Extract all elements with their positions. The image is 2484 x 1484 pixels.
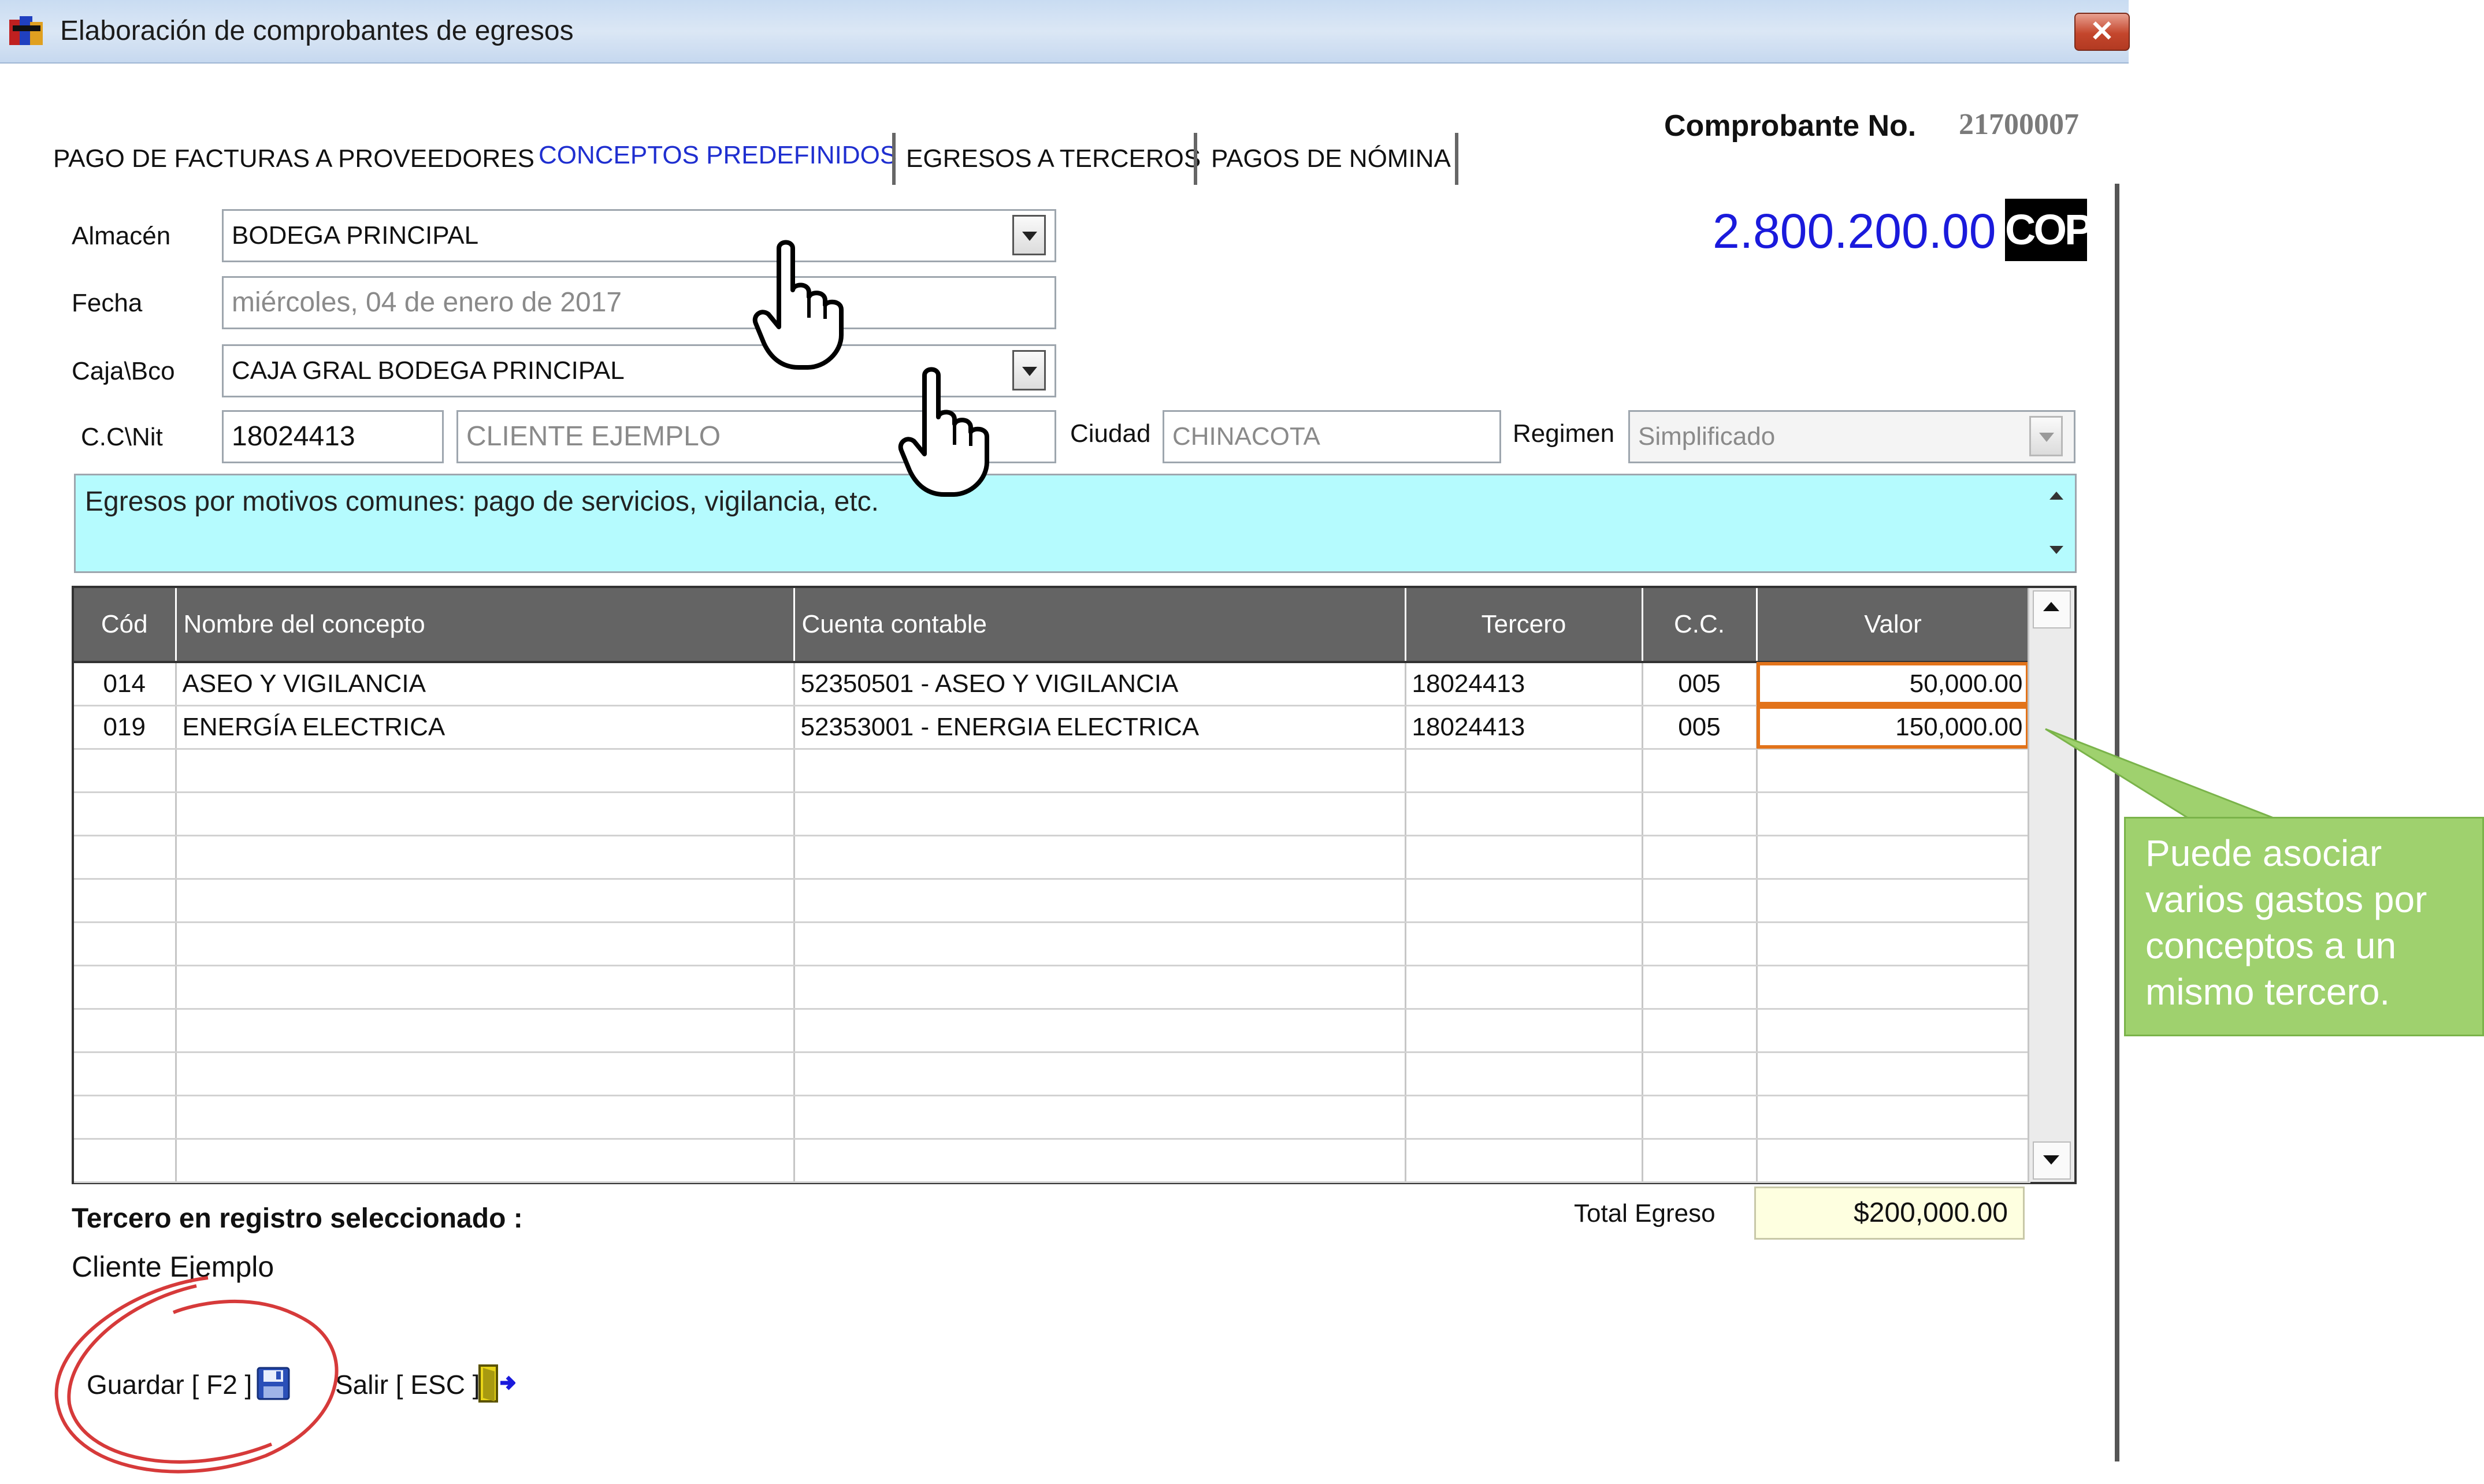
annotation-layer [54,240,2277,1474]
callout-pointer [2045,728,2277,820]
hand-pointer-icon [898,367,989,497]
hand-pointer-icon [752,240,844,370]
callout-note: Puede asociar varios gastos por concepto… [2124,817,2484,1036]
red-annotation-circle [54,1276,339,1474]
